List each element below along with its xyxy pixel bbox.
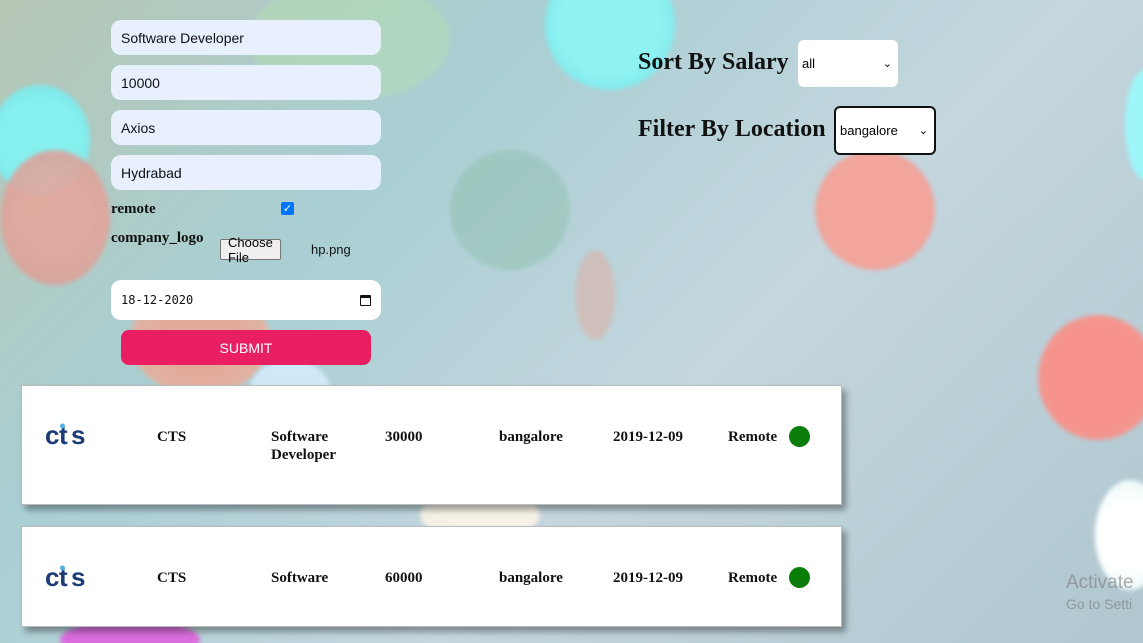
location-value: Hydrabad bbox=[121, 164, 182, 181]
svg-text:c: c bbox=[45, 422, 59, 450]
job-date: 2019-12-09 bbox=[613, 570, 683, 586]
sort-by-salary-label: Sort By Salary bbox=[638, 49, 789, 75]
filter-by-location-label: Filter By Location bbox=[638, 116, 826, 142]
sort-selected-value: all bbox=[802, 56, 816, 71]
watermark-line-2: Go to Setti bbox=[1066, 596, 1133, 612]
job-title: Software bbox=[271, 570, 329, 586]
status-dot bbox=[789, 426, 810, 447]
date-input[interactable]: 18-12-2020 bbox=[111, 280, 381, 320]
job-location: bangalore bbox=[499, 570, 563, 586]
salary-value: 10000 bbox=[121, 74, 160, 91]
svg-text:s: s bbox=[71, 422, 85, 450]
location-input[interactable]: Hydrabad bbox=[111, 155, 381, 190]
selected-file-name: hp.png bbox=[311, 242, 351, 257]
company-input[interactable]: Axios bbox=[111, 110, 381, 145]
job-company: CTS bbox=[157, 429, 187, 445]
checkmark-icon: ✓ bbox=[282, 202, 293, 215]
status-dot bbox=[789, 567, 810, 588]
job-type: Remote bbox=[728, 429, 778, 445]
filter-selected-value: bangalore bbox=[840, 123, 898, 138]
filter-by-location-select[interactable]: bangalore ⌄ bbox=[834, 106, 936, 155]
activate-windows-watermark: Activate Go to Setti bbox=[1066, 572, 1134, 612]
job-card[interactable]: c t s CTS Software Developer 30000 banga… bbox=[21, 385, 842, 505]
job-card[interactable]: c t s CTS Software 60000 bangalore 2019-… bbox=[21, 526, 842, 627]
job-date: 2019-12-09 bbox=[613, 429, 683, 445]
remote-checkbox[interactable]: ✓ bbox=[281, 202, 294, 215]
date-value: 18-12-2020 bbox=[121, 293, 194, 307]
salary-input[interactable]: 10000 bbox=[111, 65, 381, 100]
choose-file-button[interactable]: Choose File bbox=[220, 235, 281, 265]
job-location: bangalore bbox=[499, 429, 563, 445]
job-type: Remote bbox=[728, 570, 778, 586]
job-title-input[interactable]: Software Developer bbox=[111, 20, 381, 55]
company-value: Axios bbox=[121, 119, 156, 136]
job-company: CTS bbox=[157, 570, 187, 586]
chevron-down-icon: ⌄ bbox=[882, 57, 892, 70]
job-salary: 60000 bbox=[385, 570, 423, 586]
company-logo: c t s bbox=[45, 422, 85, 450]
submit-button[interactable]: SUBMIT bbox=[121, 330, 371, 365]
remote-label: remote bbox=[111, 201, 156, 217]
svg-text:s: s bbox=[71, 564, 85, 592]
watermark-line-1: Activate bbox=[1066, 572, 1134, 593]
company-logo-label: company_logo bbox=[111, 230, 204, 246]
calendar-icon[interactable] bbox=[360, 294, 371, 306]
job-title-value: Software Developer bbox=[121, 29, 244, 46]
chevron-down-icon: ⌄ bbox=[918, 124, 928, 137]
company-logo: c t s bbox=[45, 564, 85, 592]
job-title: Software Developer bbox=[271, 429, 336, 463]
svg-text:c: c bbox=[45, 564, 59, 592]
sort-by-salary-select[interactable]: all ⌄ bbox=[798, 40, 898, 87]
job-salary: 30000 bbox=[385, 429, 423, 445]
